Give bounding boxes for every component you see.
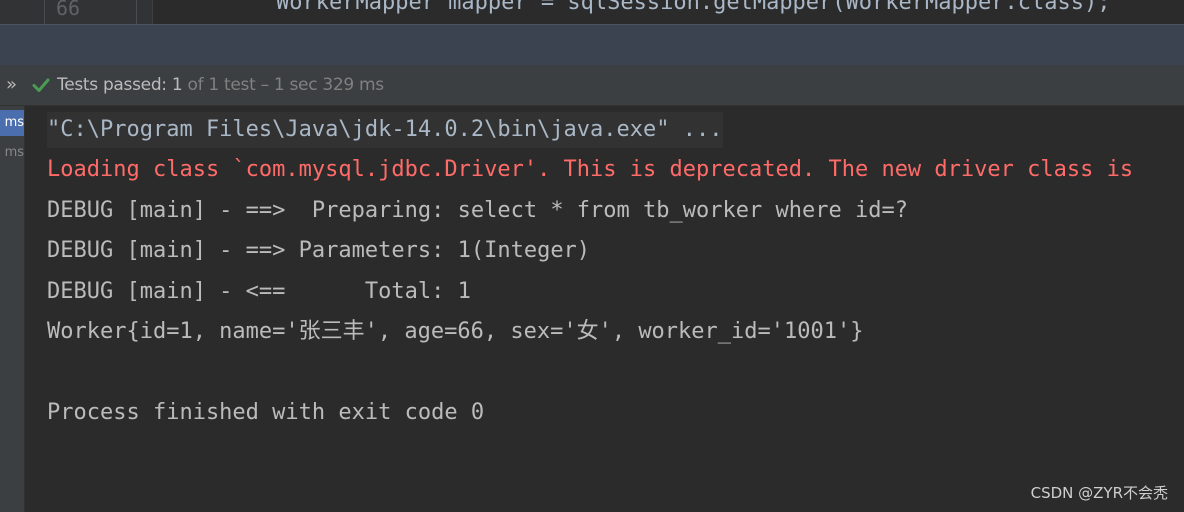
editor-strip: 66 WorkerMapper mapper = sqlSession.getM… [0, 0, 1184, 24]
editor-gutter: 66 [0, 0, 153, 24]
test-tree-panel: ms ms [0, 106, 25, 512]
console-warning-line: Loading class `com.mysql.jdbc.Driver'. T… [47, 157, 1134, 182]
test-duration: – 1 sec 329 ms [260, 75, 385, 95]
watermark: CSDN @ZYR不会秃 [1030, 484, 1168, 502]
console-exit-line: Process finished with exit code 0 [47, 400, 485, 425]
run-tool-window-header [0, 24, 1184, 66]
total-tests: of 1 test [187, 75, 256, 95]
console-debug-line: DEBUG [main] - ==> Parameters: 1(Integer… [47, 238, 591, 263]
console-debug-line: DEBUG [main] - ==> Preparing: select * f… [47, 198, 908, 223]
test-status-text: Tests passed: 1 of 1 test – 1 sec 329 ms [57, 75, 384, 95]
console-debug-line: DEBUG [main] - <== Total: 1 [47, 279, 471, 304]
console-result-line: Worker{id=1, name='张三丰', age=66, sex='女'… [47, 319, 864, 344]
passed-count: 1 [171, 75, 183, 95]
tree-item-selected[interactable]: ms [0, 110, 24, 136]
console-output[interactable]: "C:\Program Files\Java\jdk-14.0.2\bin\ja… [26, 106, 1184, 512]
double-chevron-icon[interactable]: » [6, 74, 17, 95]
status-label: Tests passed: [57, 75, 167, 95]
test-status-bar: » Tests passed: 1 of 1 test – 1 sec 329 … [0, 65, 1184, 106]
tree-item[interactable]: ms [0, 140, 24, 166]
line-number: 66 [56, 0, 81, 20]
code-line: WorkerMapper mapper = sqlSession.getMapp… [276, 0, 1111, 15]
console-command-line[interactable]: "C:\Program Files\Java\jdk-14.0.2\bin\ja… [47, 112, 723, 148]
check-icon [32, 78, 50, 92]
